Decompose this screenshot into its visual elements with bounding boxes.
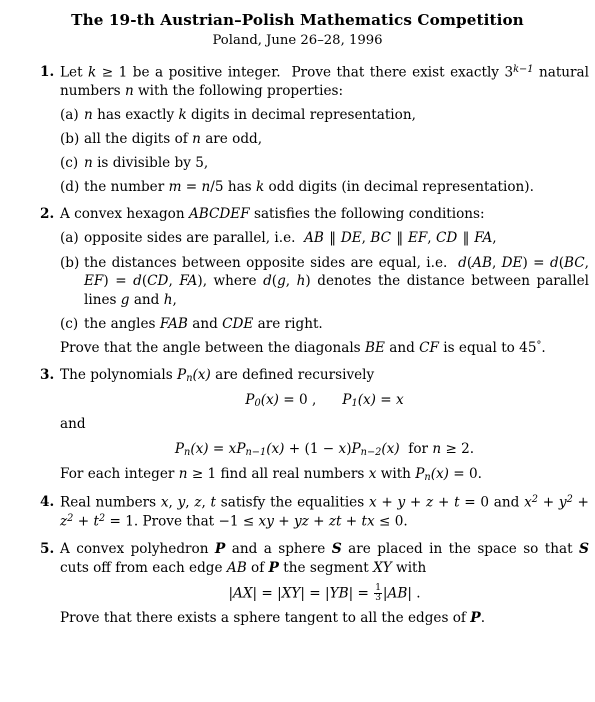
problem-3-base-cases: P0(x) = 0 , P1(x) = x: [245, 391, 404, 409]
problem-1-statement: Let k ≥ 1 be a positive integer. Prove t…: [60, 63, 589, 99]
problem-4-statement: Real numbers x, y, z, t satisfy the equa…: [60, 494, 589, 530]
subitem-a-text: opposite sides are parallel, i.e. AB ‖ D…: [84, 230, 497, 247]
subitem-c-text: the angles FAB and CDE are right.: [84, 315, 323, 332]
problem-2-conclusion: Prove that the angle between the diagona…: [60, 340, 546, 357]
exponent-k-minus-1: k−1: [513, 63, 534, 75]
problem-3-and-word: and: [60, 416, 86, 433]
one-third-fraction: 13: [374, 583, 382, 604]
subitem-label-c: (c): [60, 155, 79, 172]
problem-number-5: 5.: [40, 541, 55, 558]
problem-3-statement: The polynomials Pn(x) are defined recurs…: [60, 367, 375, 385]
subitem-c-text: n is divisible by 5,: [84, 155, 209, 172]
problem-number-3: 3.: [40, 367, 55, 384]
problem-1-subitem-a: (a) n has exactly k digits in decimal re…: [60, 106, 589, 125]
subitem-b-text: the distances between opposite sides are…: [84, 254, 589, 308]
problem-item-3: 3. The polynomials Pn(x) are defined rec…: [0, 366, 595, 484]
subitem-label-a: (a): [60, 230, 79, 247]
problem-2-subitem-c: (c) the angles FAB and CDE are right.: [60, 315, 589, 334]
problem-item-5: 5. A convex polyhedron P and a sphere S …: [0, 540, 595, 628]
hexagon-label: ABCDEF: [188, 206, 250, 223]
subitem-b-text: all the digits of n are odd,: [84, 131, 263, 148]
problem-number-4: 4.: [40, 494, 55, 511]
script-p: P: [214, 541, 226, 558]
document-page: The 19-th Austrian–Polish Mathematics Co…: [0, 11, 595, 702]
page-subtitle: Poland, June 26–28, 1996: [212, 33, 383, 48]
problem-3-conclusion: For each integer n ≥ 1 find all real num…: [60, 465, 482, 484]
subitem-a-text: n has exactly k digits in decimal repres…: [84, 106, 416, 123]
problem-2-statement: A convex hexagon ABCDEF satisfies the fo…: [60, 206, 485, 223]
problem-3-recursion: Pn(x) = xPn−1(x) + (1 − x)Pn−2(x) for n …: [174, 440, 475, 459]
subitem-label-b: (b): [60, 254, 80, 271]
problem-5-statement: A convex polyhedron P and a sphere S are…: [60, 541, 589, 577]
problem-item-1: 1. Let k ≥ 1 be a positive integer. Prov…: [0, 63, 595, 197]
subitem-label-a: (a): [60, 106, 79, 123]
problem-number-1: 1.: [40, 63, 55, 80]
problem-item-2: 2. A convex hexagon ABCDEF satisfies the…: [0, 205, 595, 357]
problem-5-display: |AX| = |XY| = |YB| = 1 3 |AB| .: [228, 583, 421, 604]
problem-2-subitem-b: (b) the distances between opposite sides…: [60, 254, 589, 310]
problem-item-4: 4. Real numbers x, y, z, t satisfy the e…: [0, 493, 595, 532]
var-k: k: [88, 64, 97, 81]
page-title: The 19-th Austrian–Polish Mathematics Co…: [71, 11, 524, 29]
geq-symbol: ≥: [101, 64, 114, 81]
subitem-d-text: the number m = n/5 has k odd digits (in …: [84, 179, 534, 196]
var-n: n: [124, 82, 134, 99]
problem-list: 1. Let k ≥ 1 be a positive integer. Prov…: [0, 63, 595, 629]
problem-number-2: 2.: [40, 206, 55, 223]
problem-5-conclusion: Prove that there exists a sphere tangent…: [60, 610, 486, 627]
subitem-label-b: (b): [60, 131, 80, 148]
subitem-label-c: (c): [60, 315, 79, 332]
script-s: S: [331, 541, 342, 558]
problem-1-subitem-c: (c) n is divisible by 5,: [60, 154, 589, 173]
problem-2-subitem-a: (a) opposite sides are parallel, i.e. AB…: [60, 229, 589, 248]
problem-1-subitem-b: (b) all the digits of n are odd,: [60, 130, 589, 149]
problem-1-subitem-d: (d) the number m = n/5 has k odd digits …: [60, 178, 589, 197]
subitem-label-d: (d): [60, 179, 80, 196]
